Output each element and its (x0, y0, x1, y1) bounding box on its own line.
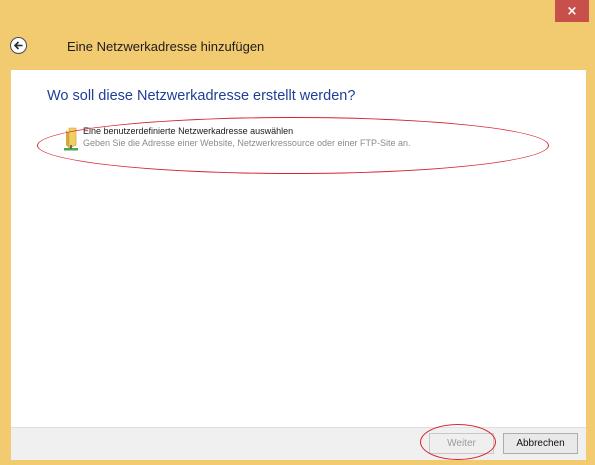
button-bar: Weiter Abbrechen (11, 427, 586, 460)
back-arrow-icon (13, 41, 23, 50)
network-folder-icon (64, 127, 78, 151)
option-description: Geben Sie die Adresse einer Website, Net… (83, 138, 411, 148)
wizard-content: Wo soll diese Netzwerkadresse erstellt w… (11, 70, 586, 427)
wizard-header: Eine Netzwerkadresse hinzufügen (0, 28, 595, 70)
cancel-button[interactable]: Abbrechen (503, 433, 578, 454)
next-button[interactable]: Weiter (429, 433, 494, 454)
option-title: Eine benutzerdefinierte Netzwerkadresse … (83, 126, 294, 136)
page-heading: Wo soll diese Netzwerkadresse erstellt w… (47, 88, 356, 104)
title-bar: × (0, 0, 595, 28)
wizard-window: × Eine Netzwerkadresse hinzufügen Wo sol… (0, 0, 595, 465)
wizard-title: Eine Netzwerkadresse hinzufügen (67, 39, 265, 54)
custom-network-location-option[interactable]: Eine benutzerdefinierte Netzwerkadresse … (61, 121, 521, 157)
back-button[interactable] (10, 37, 27, 54)
close-button[interactable]: × (555, 0, 589, 22)
